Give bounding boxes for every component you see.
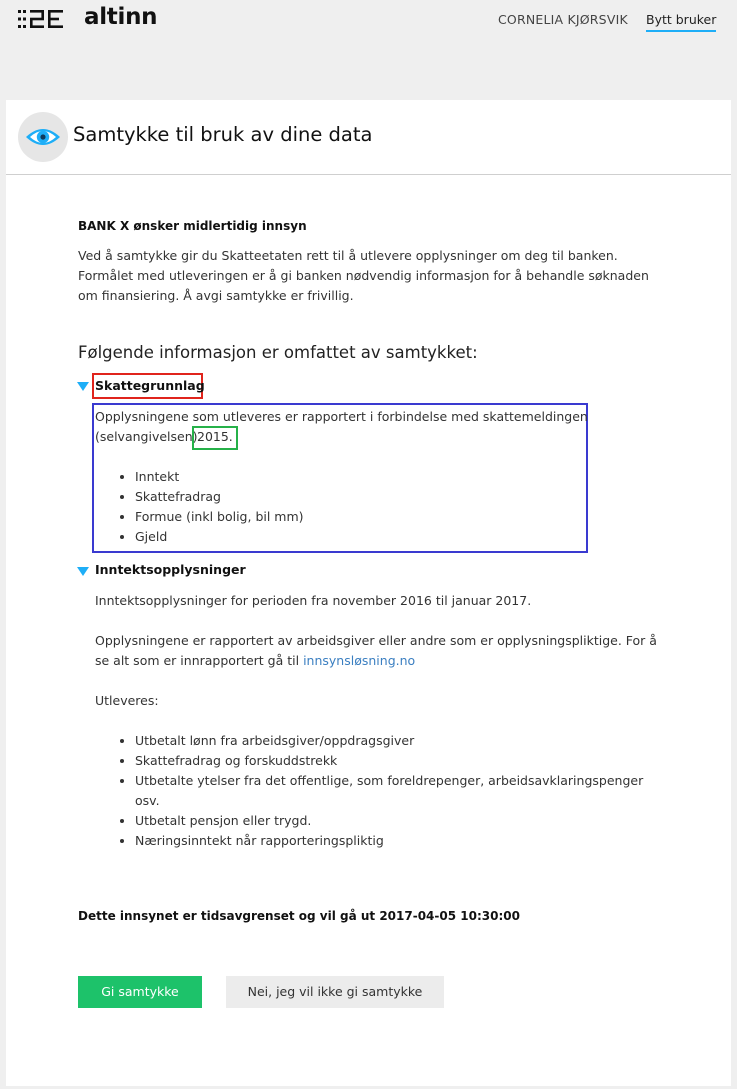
request-description-line: om finansiering. Å avgi samtykke er friv… <box>78 288 354 303</box>
top-bar: altinn CORNELIA KJØRSVIK Bytt bruker <box>0 0 737 45</box>
request-description-line: Ved å samtykke gir du Skatteetaten rett … <box>78 248 618 263</box>
reported-text-prefix: se alt som er innrapportert gå til <box>95 653 300 668</box>
panel-header: Samtykke til bruk av dine data <box>6 100 731 175</box>
list-item: Utbetalt pensjon eller trygd. <box>135 811 643 831</box>
expand-triangle-icon[interactable] <box>77 567 89 576</box>
section-title-inntektsopplysninger[interactable]: Inntektsopplysninger <box>95 562 246 577</box>
decline-button[interactable]: Nei, jeg vil ikke gi samtykke <box>226 976 444 1008</box>
accept-button[interactable]: Gi samtykke <box>78 976 202 1008</box>
list-item: Formue (inkl bolig, bil mm) <box>135 507 304 527</box>
period-text: Inntektsopplysninger for perioden fra no… <box>95 593 532 608</box>
skattegrunnlag-list: Inntekt Skattefradrag Formue (inkl bolig… <box>116 467 304 547</box>
info-heading: Følgende informasjon er omfattet av samt… <box>78 343 478 362</box>
page-title: Samtykke til bruk av dine data <box>73 123 373 146</box>
list-item: Skattefradrag <box>135 487 304 507</box>
eye-icon <box>18 112 68 162</box>
section-text-line: Opplysningene som utleveres er rapporter… <box>95 409 588 424</box>
request-heading: BANK X ønsker midlertidig innsyn <box>78 219 307 233</box>
expiry-text: Dette innsynet er tidsavgrenset og vil g… <box>78 909 520 923</box>
section-title-skattegrunnlag[interactable]: Skattegrunnlag <box>95 378 205 393</box>
user-name: CORNELIA KJØRSVIK <box>498 12 628 27</box>
tax-year: 2015. <box>197 429 233 444</box>
reported-text-line: Opplysningene er rapportert av arbeidsgi… <box>95 633 657 648</box>
list-item: Inntekt <box>135 467 304 487</box>
reported-text-line: se alt som er innrapportert gå til innsy… <box>95 651 415 671</box>
list-item: Skattefradrag og forskuddstrekk <box>135 751 643 771</box>
altinn-logo-icon[interactable] <box>18 9 76 29</box>
expand-triangle-icon[interactable] <box>77 382 89 391</box>
list-item: Utbetalte ytelser fra det offentlige, so… <box>135 771 643 791</box>
logo-text: altinn <box>84 4 158 30</box>
switch-user-link[interactable]: Bytt bruker <box>646 12 717 32</box>
request-description-line: Formålet med utleveringen er å gi banken… <box>78 268 649 283</box>
utleveres-label: Utleveres: <box>95 693 159 708</box>
consent-panel: Samtykke til bruk av dine data BANK X øn… <box>6 100 731 1086</box>
section-text-line: (selvangivelsen) <box>95 429 198 444</box>
list-item: Næringsinntekt når rapporteringspliktig <box>135 831 643 851</box>
list-item: Gjeld <box>135 527 304 547</box>
list-item-continuation: osv. <box>135 793 160 808</box>
list-item: Utbetalt lønn fra arbeidsgiver/oppdragsg… <box>135 731 643 751</box>
innsynslosning-link[interactable]: innsynsløsning.no <box>303 653 415 668</box>
inntekt-list: Utbetalt lønn fra arbeidsgiver/oppdragsg… <box>116 731 643 851</box>
